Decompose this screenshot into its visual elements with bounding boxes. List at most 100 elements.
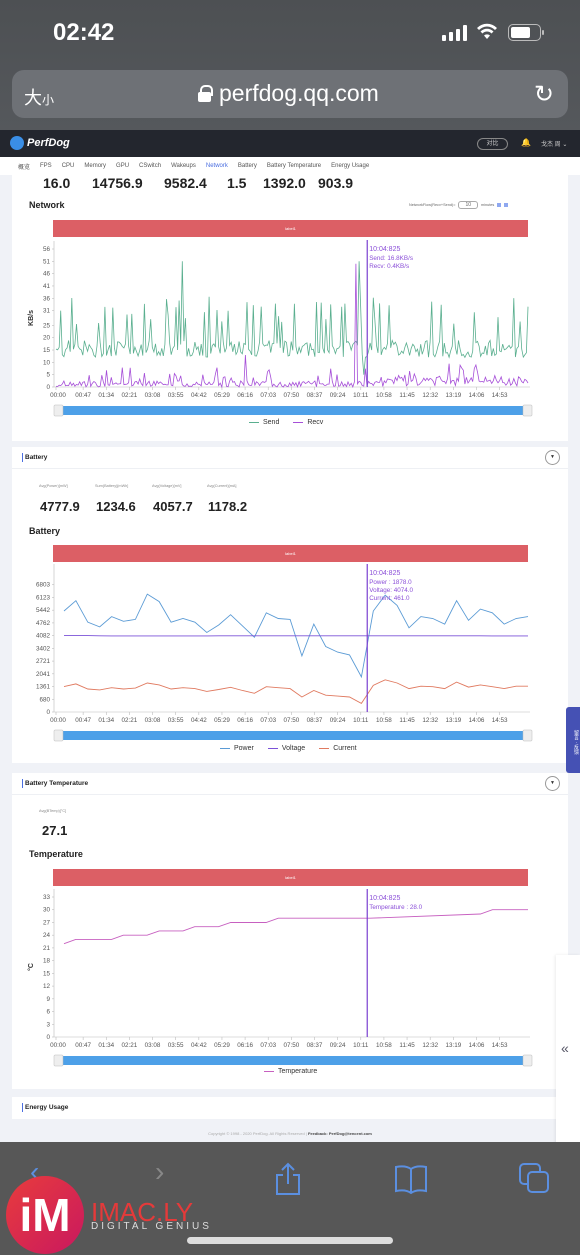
tab-battery-temperature[interactable]: Battery Temperature	[267, 163, 321, 169]
range-slider-right-handle	[522, 1054, 533, 1067]
energy-usage-card: Energy Usage ◀	[12, 1097, 572, 1119]
x-tick-label: 06:16	[237, 1042, 253, 1049]
network-chart[interactable]: 0 5 10 15 20 25 31 36 41 46 51 56 00:00 00:47 01:34 02:…	[12, 235, 568, 420]
range-slider-track	[56, 731, 528, 740]
feedback-tab[interactable]: 留言 · 反馈	[566, 707, 580, 773]
chart-title: Temperature	[29, 849, 83, 859]
x-tick-label: 09:24	[330, 1042, 346, 1049]
x-tick-label: 10:11	[353, 717, 369, 724]
range-slider-left-handle	[53, 1054, 64, 1067]
x-tick-label: 02:21	[122, 392, 138, 399]
battery-legend: Power Voltage Current	[220, 745, 357, 752]
x-tick-label: 05:29	[214, 717, 230, 724]
tab-概览[interactable]: 概览	[18, 162, 30, 171]
tab-fps[interactable]: FPS	[40, 163, 52, 169]
y-tick-label: 25	[43, 322, 51, 329]
cursor-value: Temperature : 28.0	[369, 904, 422, 911]
temperature-chart[interactable]: 0 3 6 9 12 15 18 21 24 27 30 33 00:00 00:47 01:34 02:21…	[12, 885, 568, 1070]
x-tick-label: 12:32	[422, 1042, 438, 1049]
tab-network[interactable]: Network	[206, 163, 228, 169]
zoom-reset-icon[interactable]	[504, 203, 509, 207]
legend-voltage[interactable]: Voltage	[267, 745, 305, 752]
tabs-icon[interactable]	[518, 1162, 550, 1194]
y-tick-label: 4762	[36, 620, 51, 627]
tab-gpu[interactable]: GPU	[116, 163, 129, 169]
text-size-button[interactable]: 大小	[24, 84, 54, 110]
x-tick-label: 03:55	[168, 392, 184, 399]
x-tick-label: 14:06	[469, 1042, 485, 1049]
y-tick-label: 9	[46, 996, 50, 1003]
bookmarks-icon[interactable]	[394, 1164, 428, 1194]
flow-label: NetworkFlow(Recv+Send)=	[409, 203, 456, 207]
x-tick-label: 07:50	[283, 1042, 299, 1049]
feedback-link[interactable]: Feedback: PerfDog@tencent.com	[308, 1131, 372, 1136]
x-tick-label: 03:55	[168, 1042, 184, 1049]
bell-icon[interactable]: 🔔	[521, 138, 531, 147]
expand-panel-icon[interactable]: «	[561, 1040, 569, 1056]
collapse-toggle-icon[interactable]: ▼	[545, 776, 560, 791]
summary-value: 9582.4	[164, 175, 207, 191]
tab-energy-usage[interactable]: Energy Usage	[331, 163, 369, 169]
legend-temperature[interactable]: Temperature	[264, 1068, 317, 1075]
compare-button[interactable]: 对比	[477, 138, 508, 150]
legend-power[interactable]: Power	[220, 745, 254, 752]
user-menu[interactable]: 戈杰 周 ⌄	[541, 139, 567, 148]
x-tick-label: 14:53	[492, 1042, 508, 1049]
tab-cpu[interactable]: CPU	[62, 163, 75, 169]
range-slider-track	[56, 1056, 528, 1065]
chart-title: Battery	[29, 526, 61, 536]
perfdog-logo[interactable]: PerfDog	[10, 136, 70, 150]
y-tick-label: 1361	[36, 684, 51, 691]
tab-memory[interactable]: Memory	[84, 163, 106, 169]
battery-chart[interactable]: 0 680 1361 2041 2721 3402 4082 4762 5442 6123 6803…	[12, 560, 568, 745]
y-tick-label: 46	[43, 271, 51, 278]
address-bar[interactable]: 大小 perfdog.qq.com ↻	[12, 70, 568, 118]
home-indicator	[187, 1237, 393, 1244]
page-footer: Copyright © 1998 - 2020 PerfDog. All Rig…	[208, 1131, 372, 1136]
reload-icon[interactable]: ↻	[534, 80, 554, 109]
y-tick-label: 31	[43, 308, 51, 315]
x-tick-label: 07:50	[283, 717, 299, 724]
range-slider-left-handle	[53, 729, 64, 742]
share-icon[interactable]	[274, 1162, 302, 1196]
battery-section-header: Battery ▼	[12, 447, 568, 469]
summary-value: 903.9	[318, 175, 354, 191]
x-tick-label: 10:11	[353, 1042, 369, 1049]
x-tick-label: 06:16	[237, 717, 253, 724]
x-tick-label: 14:06	[469, 392, 485, 399]
x-tick-label: 00:00	[50, 717, 66, 724]
x-tick-label: 11:45	[399, 717, 415, 724]
wifi-icon	[477, 23, 497, 39]
y-tick-label: 5	[46, 372, 50, 379]
energy-usage-section-header: Energy Usage ◀	[12, 1097, 572, 1119]
forward-icon[interactable]: ›	[155, 1156, 164, 1188]
zoom-in-icon[interactable]	[497, 203, 502, 207]
cursor-time: 10:04:825	[369, 570, 400, 577]
series-current-line	[63, 679, 528, 704]
cursor-value: Send: 16.8KB/s	[369, 255, 413, 262]
app-header: PerfDog 对比 🔔 戈杰 周 ⌄	[0, 130, 580, 157]
x-tick-label: 14:06	[469, 717, 485, 724]
collapse-toggle-icon[interactable]: ▼	[545, 450, 560, 465]
label-bar[interactable]: label1	[53, 869, 528, 886]
metric-label: Sum(Battery)[mWh]	[95, 484, 129, 488]
battery-card: Battery ▼ Avg(Power)[mW] 4777.9 Sum(Batter…	[12, 447, 568, 763]
y-tick-label: 33	[43, 894, 51, 901]
series-temperature-line	[63, 909, 528, 945]
legend-recv[interactable]: Recv	[293, 419, 323, 426]
cursor-time: 10:04:825	[369, 895, 400, 902]
minutes-input[interactable]: 10	[458, 201, 478, 209]
legend-current[interactable]: Current	[319, 745, 357, 752]
cursor-value: Voltage: 4074.0	[369, 587, 413, 594]
tab-battery[interactable]: Battery	[238, 163, 257, 169]
y-tick-label: 21	[43, 945, 51, 952]
legend-send[interactable]: Send	[249, 419, 279, 426]
perfdog-logo-icon	[10, 136, 24, 150]
tab-wakeups[interactable]: Wakeups	[171, 163, 196, 169]
y-tick-label: 12	[43, 983, 51, 990]
tab-cswitch[interactable]: CSwitch	[139, 163, 161, 169]
url-display[interactable]: perfdog.qq.com	[198, 80, 379, 107]
x-tick-label: 01:34	[98, 392, 114, 399]
x-tick-label: 07:03	[260, 717, 276, 724]
chart-title: Network	[29, 200, 65, 210]
